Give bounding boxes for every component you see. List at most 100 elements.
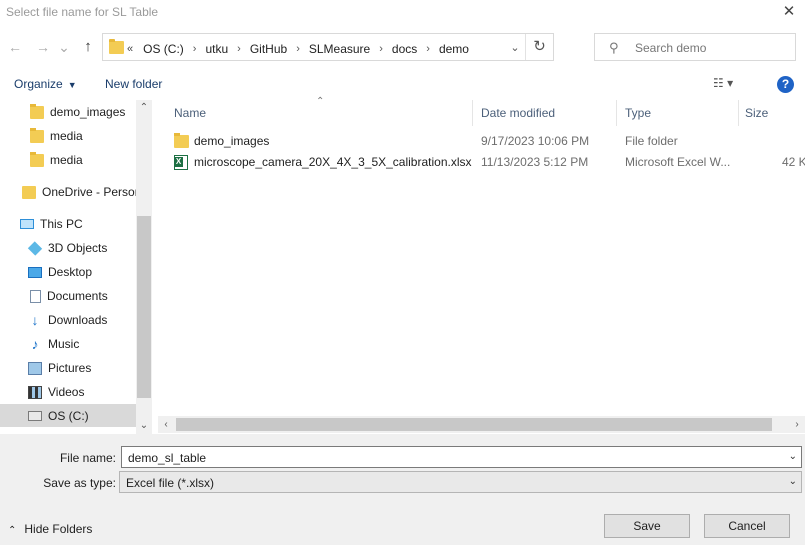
downloads-icon: ↓ [31,311,39,328]
chevron-right-icon[interactable]: › [237,43,241,55]
sidebar-item-media[interactable]: media [0,149,136,171]
chevron-right-icon[interactable]: › [296,43,300,55]
sidebar-item-label: Desktop [48,265,93,279]
breadcrumb-item-demo[interactable]: demo [439,42,469,56]
organize-label: Organize [14,77,63,91]
chevron-right-icon[interactable]: › [379,43,383,55]
breadcrumb-item-docs[interactable]: docs [392,42,417,56]
column-divider[interactable] [738,100,739,126]
window-title: Select file name for SL Table [6,5,159,19]
navigation-bar: ← → ⌄ ↑ « OS (C:) › utku › GitHub › SLMe… [0,30,805,64]
folder-icon [109,39,124,54]
chevron-down-icon[interactable]: ⌄ [789,451,797,462]
sidebar-item-label: media [50,129,83,143]
file-type: File folder [625,134,678,148]
save-form: File name: demo_sl_table ⌄ Save as type:… [0,434,805,545]
folder-icon [174,133,189,148]
sidebar-item-documents[interactable]: Documents [0,285,136,307]
folder-icon [30,151,44,167]
sidebar-item-label: OneDrive - Person [42,185,136,199]
hide-folders-label: Hide Folders [24,522,93,536]
breadcrumb-item-github[interactable]: GitHub [250,42,287,56]
folder-icon [30,103,44,119]
new-folder-button[interactable]: New folder [105,77,162,91]
address-bar[interactable]: « OS (C:) › utku › GitHub › SLMeasure › … [102,33,554,61]
horizontal-scrollbar[interactable]: ‹ › [158,416,805,433]
3d-objects-icon [27,240,43,256]
sidebar-item-videos[interactable]: Videos [0,381,136,403]
help-icon[interactable]: ? [777,76,794,93]
search-icon: ⚲ [609,40,619,55]
sidebar-item-this-pc[interactable]: This PC [0,213,136,235]
pc-icon [20,219,34,229]
address-dropdown-icon[interactable]: ⌄ [507,40,523,56]
sidebar-item-media[interactable]: media [0,125,136,147]
filename-label: File name: [59,451,116,465]
up-arrow-icon[interactable]: ↑ [79,38,97,56]
table-row[interactable]: demo_images 9/17/2023 10:06 PM File fold… [158,131,805,152]
column-name[interactable]: Name [174,106,206,120]
folder-icon [30,127,44,143]
column-type[interactable]: Type [625,106,651,120]
breadcrumb-item-utku[interactable]: utku [205,42,228,56]
sidebar-item-demo-images[interactable]: demo_images [0,101,136,123]
breadcrumb-item-os[interactable]: OS (C:) [143,42,184,56]
sidebar-item-label: 3D Objects [48,241,108,255]
sidebar-item-downloads[interactable]: ↓ Downloads [0,309,136,331]
caret-down-icon: ▼ [67,80,77,90]
close-icon[interactable]: ✕ [779,2,799,22]
chevron-right-icon[interactable]: › [193,43,197,55]
breadcrumb-overflow-icon[interactable]: « [127,43,133,55]
sidebar-item-pictures[interactable]: Pictures [0,357,136,379]
sidebar-item-3d-objects[interactable]: 3D Objects [0,237,136,259]
search-input[interactable] [635,39,785,56]
search-box[interactable]: ⚲ [594,33,796,61]
file-name: microscope_camera_20X_4X_3_5X_calibratio… [194,155,472,169]
chevron-down-icon[interactable]: ⌄ [789,476,797,487]
file-list: ⌃ Name Date modified Type Size demo_imag… [158,96,805,434]
hide-folders-button[interactable]: ⌃ Hide Folders [8,522,92,536]
scrollbar-thumb[interactable] [137,216,151,398]
excel-file-icon [174,155,188,170]
breadcrumb-item-slmeasure[interactable]: SLMeasure [309,42,370,56]
column-date-modified[interactable]: Date modified [481,106,555,120]
sidebar-item-label: Pictures [48,361,92,375]
column-divider[interactable] [472,100,473,126]
organize-button[interactable]: Organize ▼ [14,77,77,91]
savetype-select[interactable]: Excel file (*.xlsx) ⌄ [119,471,802,493]
back-arrow-icon[interactable]: ← [6,38,24,56]
documents-icon [30,289,41,303]
view-options-icon[interactable]: ☷ ▾ [713,76,751,94]
refresh-icon[interactable]: ↻ [525,34,553,60]
scrollbar-thumb[interactable] [176,418,772,431]
column-size[interactable]: Size [745,106,768,120]
filename-field[interactable]: demo_sl_table ⌄ [121,446,802,468]
forward-arrow-icon[interactable]: → [34,38,52,56]
file-name: demo_images [194,134,270,148]
scroll-up-icon[interactable]: ⌃ [136,100,152,116]
scroll-down-icon[interactable]: ⌄ [136,418,152,434]
save-button[interactable]: Save [604,514,690,538]
sidebar-item-os-drive[interactable]: OS (C:) [0,404,136,427]
file-date: 11/13/2023 5:12 PM [481,155,589,169]
chevron-right-icon[interactable]: › [426,43,430,55]
breadcrumb: « OS (C:) › utku › GitHub › SLMeasure › … [127,41,469,57]
sidebar-item-music[interactable]: ♪ Music [0,333,136,355]
scroll-right-icon[interactable]: › [789,416,805,433]
savetype-label: Save as type: [43,476,116,490]
sidebar-item-label: Videos [48,385,85,399]
scroll-left-icon[interactable]: ‹ [158,416,174,433]
desktop-icon [28,266,42,278]
filename-value: demo_sl_table [128,451,207,465]
sidebar-item-onedrive[interactable]: OneDrive - Person [0,181,136,203]
sidebar-scrollbar[interactable]: ⌃ ⌄ [136,100,152,434]
sidebar-item-desktop[interactable]: Desktop [0,261,136,283]
column-divider[interactable] [616,100,617,126]
recent-locations-icon[interactable]: ⌄ [58,38,70,56]
command-bar: Organize ▼ New folder ☷ ▾ ? [0,70,805,100]
table-row[interactable]: microscope_camera_20X_4X_3_5X_calibratio… [158,152,805,173]
sidebar-item-label: media [50,153,83,167]
cancel-button[interactable]: Cancel [704,514,790,538]
sidebar-item-label: OS (C:) [48,408,89,423]
sidebar-item-label: Downloads [48,313,108,327]
